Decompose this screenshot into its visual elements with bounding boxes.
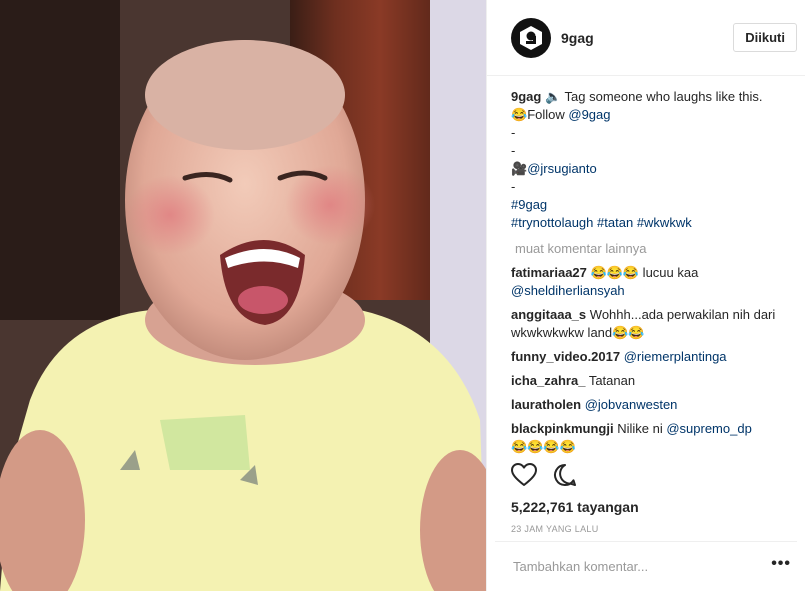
post-username[interactable]: 9gag — [561, 30, 733, 46]
comment-username[interactable]: funny_video.2017 — [511, 349, 620, 364]
comment-username[interactable]: blackpinkmungji — [511, 421, 614, 436]
caption-text: - — [511, 143, 516, 158]
caption-text: 🔈 Tag someone who laughs like this. — [544, 89, 763, 104]
comment-username[interactable]: fatimariaa27 — [511, 265, 587, 280]
post-timestamp: 23 JAM YANG LALU — [511, 524, 599, 534]
comment-list[interactable]: 9gag 🔈 Tag someone who laughs like this.… — [511, 88, 797, 454]
view-count: 5,222,761 tayangan — [511, 499, 639, 515]
load-more-comments-link[interactable]: muat komentar lainnya — [515, 240, 797, 258]
comment-item: anggitaaa_s Wohhh...ada perwakilan nih d… — [511, 306, 797, 342]
comment-input[interactable] — [511, 558, 766, 575]
comment-username[interactable]: lauratholen — [511, 397, 581, 412]
caption-text: - — [511, 125, 516, 140]
video-frame-image — [0, 0, 486, 591]
hashtag-link[interactable]: #trynottolaugh — [511, 215, 593, 230]
avatar[interactable] — [511, 17, 551, 58]
caption: 9gag 🔈 Tag someone who laughs like this.… — [511, 88, 797, 232]
comment-item: lauratholen @jobvanwesten — [511, 396, 797, 414]
post-header: 9gag Diikuti — [487, 0, 805, 76]
mention-link[interactable]: @supremo_dp — [666, 421, 751, 436]
post-actions — [511, 463, 577, 492]
mention-link[interactable]: @jobvanwesten — [585, 397, 678, 412]
comment-item: icha_zahra_ Tatanan — [511, 372, 797, 390]
caption-text: Follow — [527, 107, 569, 122]
caption-author[interactable]: 9gag — [511, 89, 541, 104]
comment-username[interactable]: icha_zahra_ — [511, 373, 585, 388]
post-video[interactable] — [0, 0, 486, 591]
9gag-logo-icon — [520, 25, 542, 50]
video-camera-icon: 🎥 — [511, 161, 528, 176]
laugh-emoji-icon: 😂 — [511, 107, 528, 122]
mention-link[interactable]: @9gag — [568, 107, 610, 122]
hashtag-link[interactable]: #tatan — [597, 215, 633, 230]
instagram-post: 9gag Diikuti 9gag 🔈 Tag someone who laug… — [0, 0, 805, 591]
heart-icon[interactable] — [511, 463, 537, 492]
comment-item: fatimariaa27 😂😂😂 lucuu kaa @sheldiherlia… — [511, 264, 797, 300]
more-options-icon[interactable]: ••• — [765, 555, 797, 579]
mention-link[interactable]: @jrsugianto — [527, 161, 597, 176]
comment-text: Nilike ni — [617, 421, 667, 436]
comment-username[interactable]: anggitaaa_s — [511, 307, 586, 322]
mention-link[interactable]: @sheldiherliansyah — [511, 283, 625, 298]
comment-text: 😂😂😂 lucuu kaa — [590, 265, 699, 280]
comment-bubble-icon[interactable] — [553, 463, 577, 492]
follow-button[interactable]: Diikuti — [733, 23, 797, 52]
post-sidebar: 9gag Diikuti 9gag 🔈 Tag someone who laug… — [486, 0, 805, 591]
comment-item: funny_video.2017 @riemerplantinga — [511, 348, 797, 366]
add-comment-bar: ••• — [495, 541, 797, 591]
hashtag-link[interactable]: #9gag — [511, 197, 547, 212]
comment-text: 😂😂😂😂 — [511, 439, 576, 454]
comment-text: Tatanan — [588, 373, 636, 388]
caption-text: - — [511, 179, 516, 194]
hashtag-link[interactable]: #wkwkwk — [637, 215, 692, 230]
comment-item: blackpinkmungji Nilike ni @supremo_dp 😂😂… — [511, 420, 797, 454]
mention-link[interactable]: @riemerplantinga — [624, 349, 727, 364]
